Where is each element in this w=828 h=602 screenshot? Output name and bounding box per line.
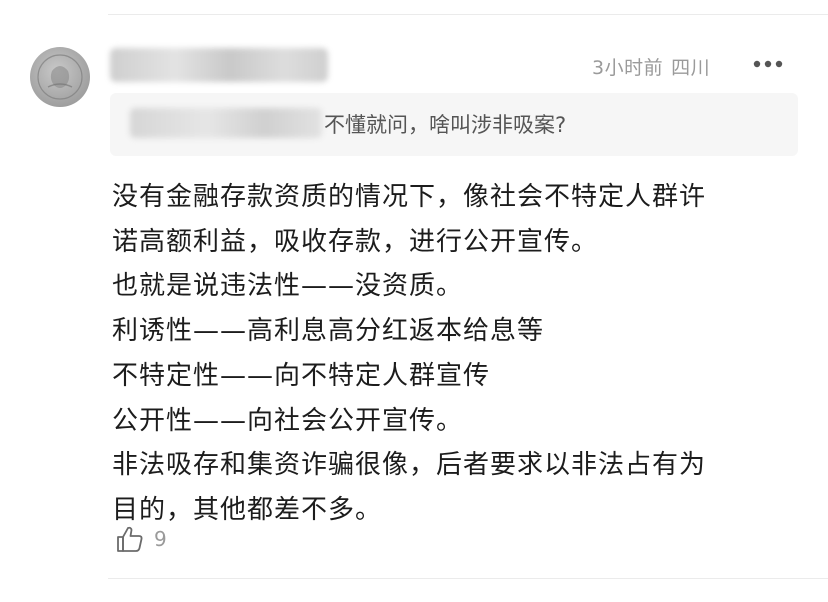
username-redacted[interactable] xyxy=(110,48,328,82)
comment-body: 没有金融存款资质的情况下，像社会不特定人群许 诺高额利益，吸收存款，进行公开宣传… xyxy=(112,175,802,533)
more-options-button[interactable] xyxy=(750,50,786,78)
comment-line: 目的，其他都差不多。 xyxy=(112,494,383,525)
top-divider xyxy=(108,14,828,15)
avatar-image xyxy=(37,54,83,100)
comment-line: 不特定性——向不特定人群宣传 xyxy=(112,360,491,391)
comment-line: 利诱性——高利息高分红返本给息等 xyxy=(112,316,545,347)
comment-line: 公开性——向社会公开宣传。 xyxy=(112,405,464,436)
more-horizontal-icon xyxy=(753,60,783,68)
comment-time: 3小时前 xyxy=(592,57,664,79)
comment-line: 没有金融存款资质的情况下，像社会不特定人群许 xyxy=(112,182,707,212)
like-button[interactable]: 9 xyxy=(114,523,167,555)
quote-text: 不懂就问，啥叫涉非吸案? xyxy=(324,113,567,137)
like-count: 9 xyxy=(154,527,167,551)
bottom-divider xyxy=(108,578,828,579)
avatar[interactable] xyxy=(30,47,90,107)
comment-location: 四川 xyxy=(671,57,711,79)
comment-line: 非法吸存和集资诈骗很像，后者要求以非法占有为 xyxy=(112,450,707,481)
thumbs-up-icon xyxy=(117,526,143,552)
comment-line: 也就是说违法性——没资质。 xyxy=(112,271,464,302)
comment-line: 诺高额利益，吸收存款，进行公开宣传。 xyxy=(112,226,599,257)
reply-quote[interactable]: 不懂就问，啥叫涉非吸案? xyxy=(110,93,798,156)
comment-meta: 3小时前 四川 xyxy=(592,53,710,80)
quote-author-redacted xyxy=(130,108,322,138)
